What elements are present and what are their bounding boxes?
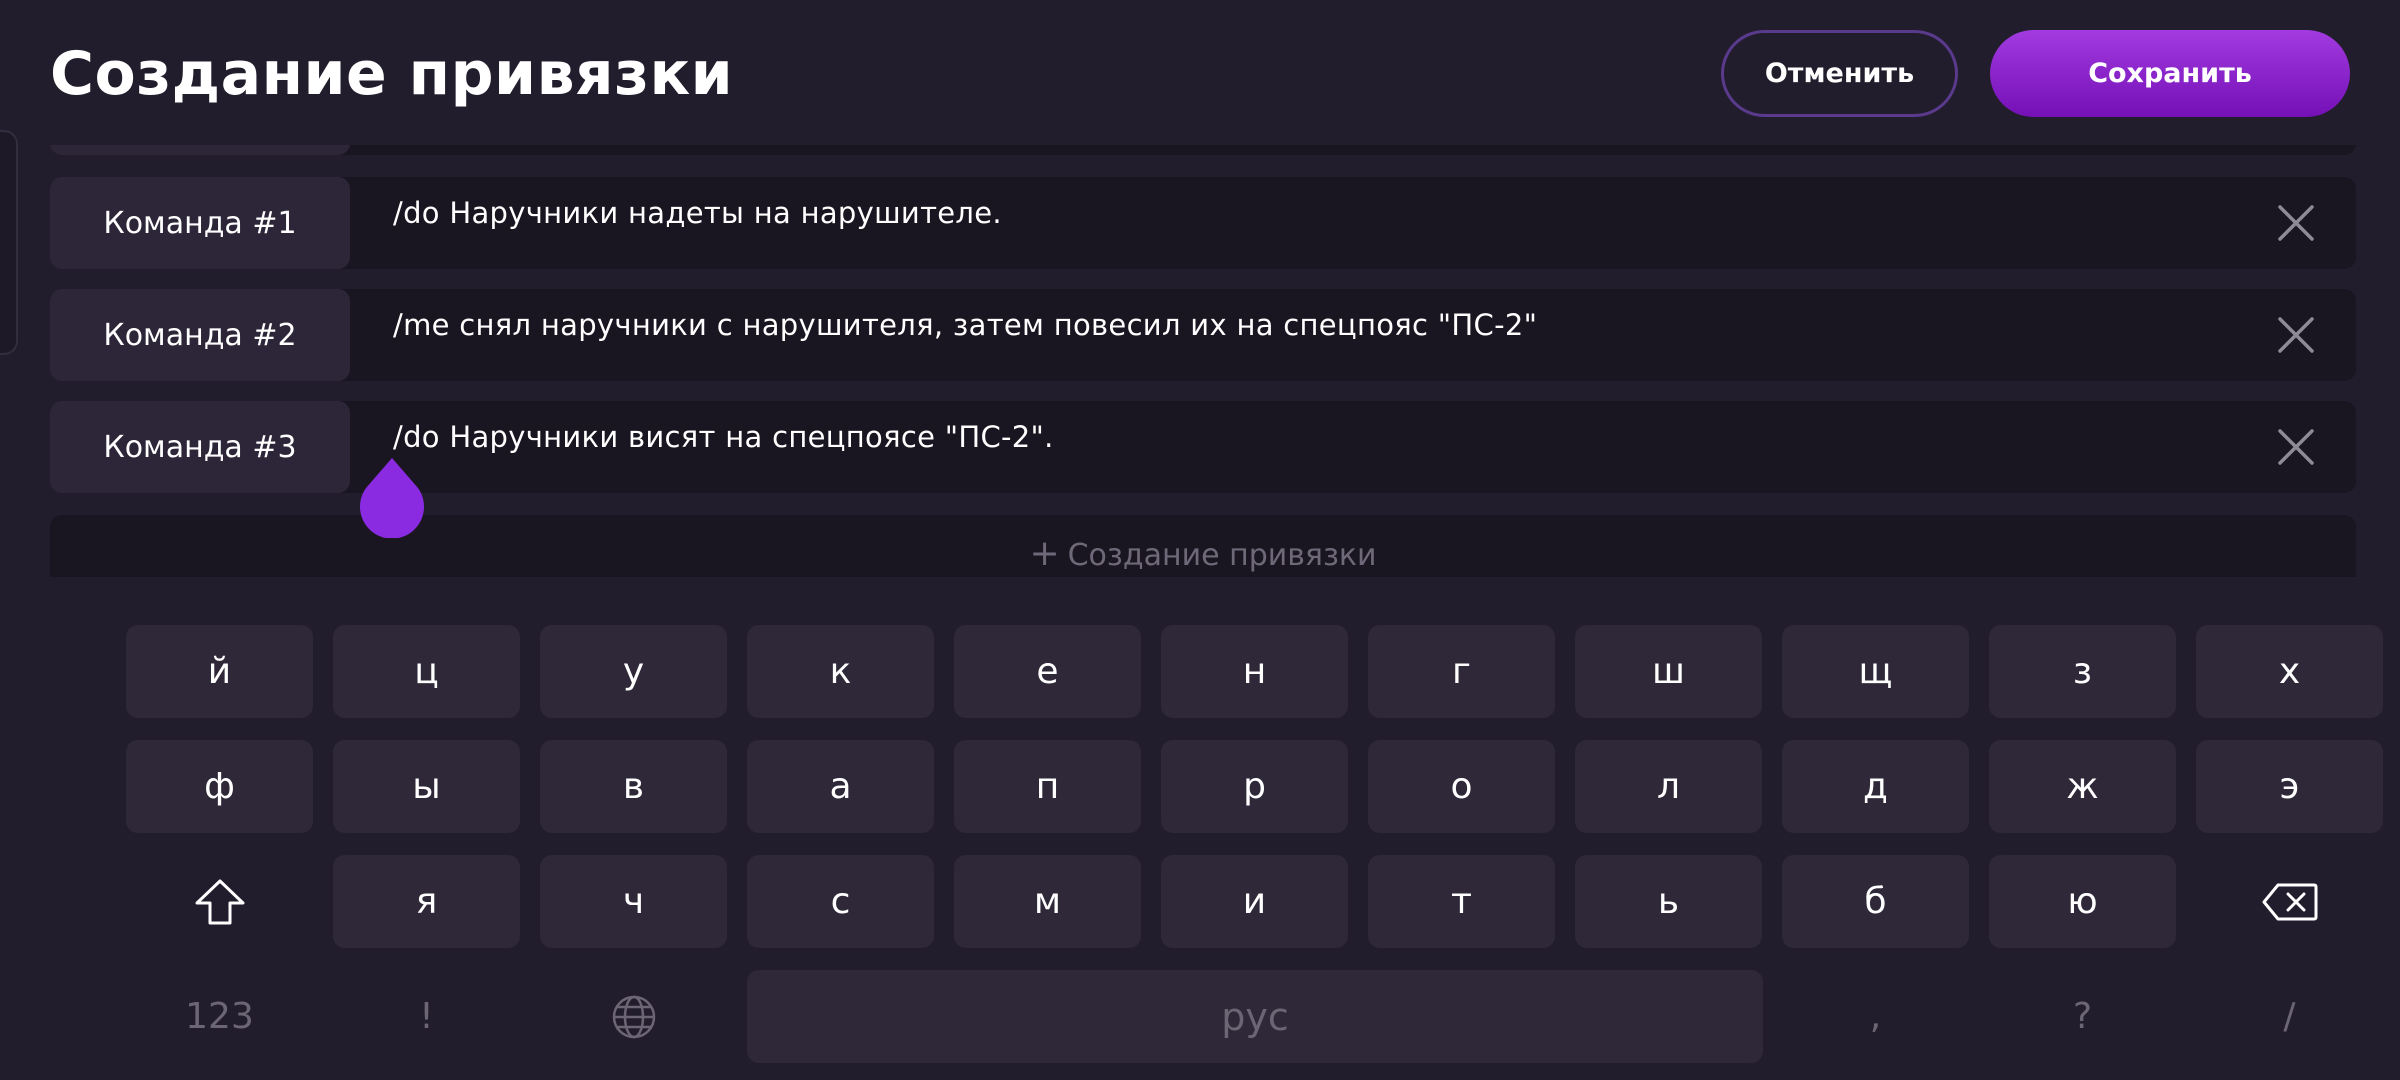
close-icon[interactable] xyxy=(2276,203,2316,243)
key-л[interactable]: л xyxy=(1575,740,1762,833)
key-ц[interactable]: ц xyxy=(333,625,520,718)
key-т[interactable]: т xyxy=(1368,855,1555,948)
key-е[interactable]: е xyxy=(954,625,1141,718)
key-б[interactable]: б xyxy=(1782,855,1969,948)
command-row-2[interactable]: Команда #2 /me снял наручники с нарушите… xyxy=(50,289,2356,381)
command-text-input[interactable]: /do Наручники висят на спецпоясе "ПС-2". xyxy=(393,419,2236,455)
key-ж[interactable]: ж xyxy=(1989,740,2176,833)
close-icon[interactable] xyxy=(2276,315,2316,355)
command-text-input[interactable]: /do Наручники надеты на нарушителе. xyxy=(393,195,2236,231)
key-ь[interactable]: ь xyxy=(1575,855,1762,948)
plus-icon: + xyxy=(1029,533,1060,574)
key-ы[interactable]: ы xyxy=(333,740,520,833)
key-в[interactable]: в xyxy=(540,740,727,833)
save-button[interactable]: Сохранить xyxy=(1990,30,2350,117)
key-ч[interactable]: ч xyxy=(540,855,727,948)
command-text-input[interactable]: /me снял наручники с нарушителя, затем п… xyxy=(393,307,2236,343)
key-я[interactable]: я xyxy=(333,855,520,948)
exclamation-key[interactable]: ! xyxy=(333,970,520,1063)
key-к[interactable]: к xyxy=(747,625,934,718)
key-щ[interactable]: щ xyxy=(1782,625,1969,718)
backspace-key[interactable] xyxy=(2196,855,2383,948)
command-label: Команда #2 xyxy=(50,289,350,381)
key-ф[interactable]: ф xyxy=(126,740,313,833)
key-а[interactable]: а xyxy=(747,740,934,833)
backspace-icon xyxy=(2262,883,2317,920)
key-о[interactable]: о xyxy=(1368,740,1555,833)
key-н[interactable]: н xyxy=(1161,625,1348,718)
key-э[interactable]: э xyxy=(2196,740,2383,833)
key-с[interactable]: с xyxy=(747,855,934,948)
slash-key[interactable]: / xyxy=(2196,970,2383,1063)
text-cursor-handle[interactable] xyxy=(358,458,426,538)
numbers-key[interactable]: 123 xyxy=(126,970,313,1063)
key-х[interactable]: х xyxy=(2196,625,2383,718)
side-panel-edge xyxy=(0,130,18,355)
cancel-button[interactable]: Отменить xyxy=(1721,30,1958,117)
command-label: Команда #3 xyxy=(50,401,350,493)
key-р[interactable]: р xyxy=(1161,740,1348,833)
key-й[interactable]: й xyxy=(126,625,313,718)
language-key[interactable] xyxy=(540,970,727,1063)
list-item-partial xyxy=(50,145,2356,155)
key-м[interactable]: м xyxy=(954,855,1141,948)
key-ш[interactable]: ш xyxy=(1575,625,1762,718)
comma-key[interactable]: , xyxy=(1782,970,1969,1063)
key-и[interactable]: и xyxy=(1161,855,1348,948)
globe-icon xyxy=(612,995,655,1038)
on-screen-keyboard: й ц у к е н г ш щ з х ф ы в а п р о л д … xyxy=(0,600,2400,1080)
key-ю[interactable]: ю xyxy=(1989,855,2176,948)
space-key[interactable]: рус xyxy=(747,970,1763,1063)
page-title: Создание привязки xyxy=(50,39,734,109)
command-row-1[interactable]: Команда #1 /do Наручники надеты на наруш… xyxy=(50,177,2356,269)
command-label: Команда #1 xyxy=(50,177,350,269)
add-binding-label: Создание привязки xyxy=(1067,538,1377,573)
key-з[interactable]: з xyxy=(1989,625,2176,718)
key-п[interactable]: п xyxy=(954,740,1141,833)
key-д[interactable]: д xyxy=(1782,740,1969,833)
close-icon[interactable] xyxy=(2276,427,2316,467)
question-key[interactable]: ? xyxy=(1989,970,2176,1063)
shift-icon xyxy=(195,879,244,924)
shift-key[interactable] xyxy=(126,855,313,948)
key-г[interactable]: г xyxy=(1368,625,1555,718)
key-у[interactable]: у xyxy=(540,625,727,718)
